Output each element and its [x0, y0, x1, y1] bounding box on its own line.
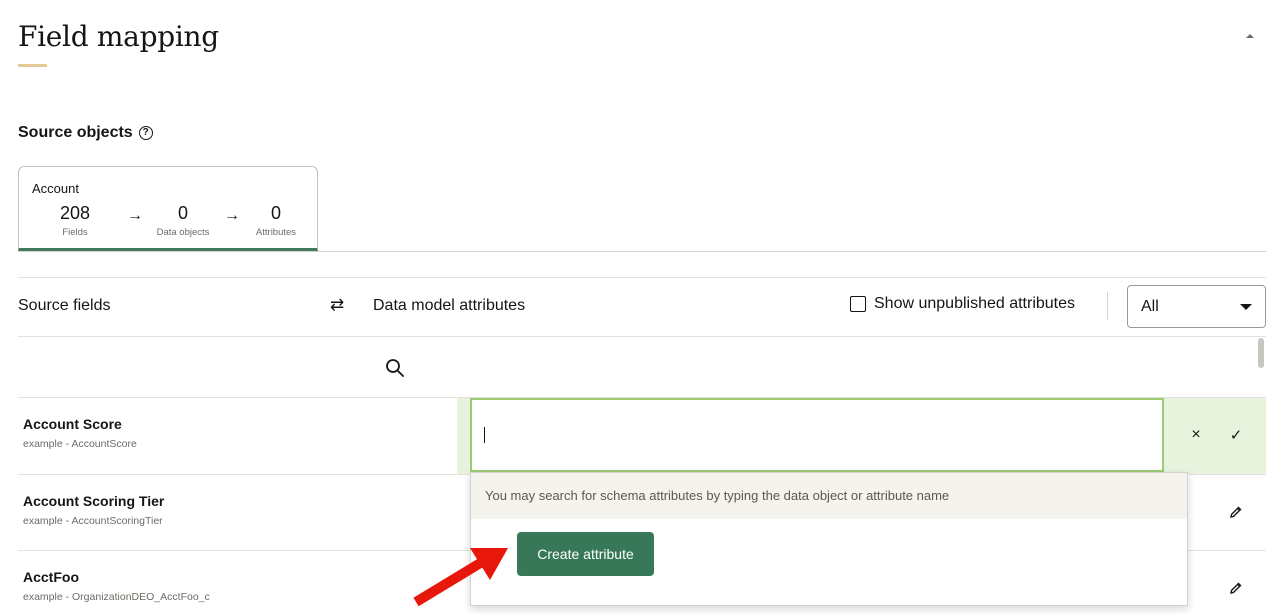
arrow-right-icon: → — [127, 207, 143, 224]
chevron-down-icon — [1240, 304, 1252, 310]
source-objects-heading: Source objects ? — [18, 124, 153, 142]
fields-stat: 208 Fields — [55, 203, 95, 238]
source-objects-label: Source objects — [18, 124, 133, 141]
attribute-search-input[interactable] — [470, 398, 1164, 472]
fields-label: Fields — [62, 227, 88, 238]
swap-icon[interactable]: ⇄ — [330, 295, 344, 315]
source-object-title: Account — [32, 181, 79, 196]
collapse-section-button[interactable] — [1242, 30, 1258, 42]
data-objects-label: Data objects — [156, 227, 210, 238]
text-cursor — [484, 427, 485, 443]
filter-value: All — [1141, 298, 1159, 315]
data-model-attributes-header: Data model attributes — [373, 297, 526, 314]
edit-icon[interactable] — [1228, 580, 1244, 596]
search-icon[interactable] — [385, 358, 405, 378]
source-fields-header: Source fields — [18, 297, 111, 314]
show-unpublished-toggle[interactable]: Show unpublished attributes — [850, 295, 1075, 313]
data-objects-count: 0 — [177, 203, 188, 223]
create-attribute-button[interactable]: Create attribute — [517, 532, 654, 576]
attribute-filter-select[interactable]: All — [1127, 285, 1266, 328]
page-title: Field mapping — [18, 20, 219, 53]
attributes-stat: 0 Attributes — [249, 203, 303, 238]
attribute-dropdown: You may search for schema attributes by … — [470, 472, 1188, 606]
source-object-card-account[interactable]: Account 208 Fields → 0 Data objects → 0 … — [18, 166, 318, 251]
mapping-header-row: Source fields ⇄ Data model attributes Sh… — [18, 277, 1266, 337]
source-field-name: Account Scoring Tier — [23, 493, 165, 509]
fields-count: 208 — [59, 203, 91, 223]
data-objects-stat: 0 Data objects — [151, 203, 215, 238]
source-field-example: example - AccountScore — [23, 438, 137, 450]
annotation-arrow-icon — [413, 548, 508, 607]
edit-icon[interactable] — [1228, 504, 1244, 520]
scrollbar-thumb[interactable] — [1258, 338, 1264, 368]
caret-up-icon — [1246, 34, 1254, 38]
show-unpublished-label: Show unpublished attributes — [874, 295, 1076, 312]
show-unpublished-checkbox[interactable] — [850, 296, 866, 312]
attributes-count: 0 — [270, 203, 281, 223]
help-icon[interactable]: ? — [138, 126, 153, 140]
source-field-example: example - AccountScoringTier — [23, 515, 163, 527]
header-divider — [1107, 292, 1108, 320]
search-hint: You may search for schema attributes by … — [471, 473, 1187, 519]
tabs-divider — [18, 251, 1266, 252]
check-icon[interactable]: ✓ — [1226, 426, 1246, 446]
source-field-name: Account Score — [23, 416, 122, 432]
source-field-example: example - OrganizationDEO_AcctFoo_c — [23, 591, 210, 603]
attributes-label: Attributes — [255, 227, 297, 238]
close-icon[interactable]: × — [1186, 426, 1206, 446]
source-field-name: AcctFoo — [23, 569, 79, 585]
title-underline — [18, 64, 47, 67]
arrow-right-icon: → — [224, 207, 240, 224]
